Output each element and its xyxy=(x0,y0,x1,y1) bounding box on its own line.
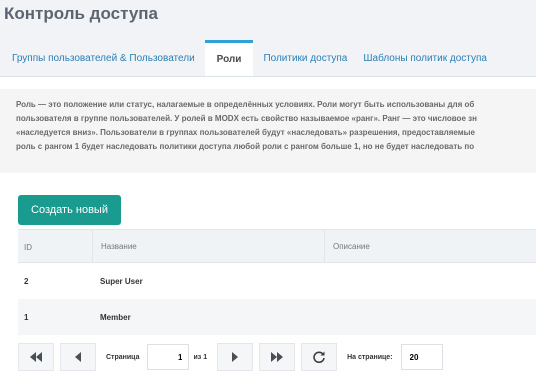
per-page-input[interactable] xyxy=(400,344,443,370)
page-count-label: из 1 xyxy=(193,353,208,361)
chevron-left-icon xyxy=(75,352,81,362)
roles-grid: ID Название Описание 2 Super User 1 Memb… xyxy=(18,229,536,335)
cell-name: Member xyxy=(100,312,131,322)
column-header-description[interactable]: Описание xyxy=(333,242,370,251)
chevron-right-icon xyxy=(232,352,239,362)
prev-page-button[interactable] xyxy=(60,343,96,371)
tab-policy-templates[interactable]: Шаблоны политик доступа xyxy=(355,40,495,76)
intro-line: роль с рангом 1 будет наследовать полити… xyxy=(16,142,475,151)
intro-line: Роль — это положение или статус, налагае… xyxy=(16,100,475,109)
page-number-input[interactable] xyxy=(147,344,190,370)
cell-id: 2 xyxy=(24,276,29,286)
column-header-id[interactable]: ID xyxy=(24,243,32,252)
create-new-button[interactable]: Создать новый xyxy=(18,195,121,225)
refresh-icon xyxy=(313,351,325,363)
tab-roles[interactable]: Роли xyxy=(204,40,254,76)
last-page-button[interactable] xyxy=(259,343,296,371)
cell-description xyxy=(324,263,536,299)
table-row[interactable]: 1 Member xyxy=(18,299,536,335)
next-page-button[interactable] xyxy=(217,343,254,371)
per-page-label: На странице: xyxy=(347,353,393,361)
tab-user-groups[interactable]: Группы пользователей & Пользователи xyxy=(0,40,203,76)
tab-bar: Группы пользователей & Пользователи Роли… xyxy=(0,40,536,76)
grid-header: ID Название Описание xyxy=(18,229,536,263)
column-header-name[interactable]: Название xyxy=(101,242,137,251)
table-row[interactable]: 2 Super User xyxy=(18,263,536,299)
intro-description: Роль — это положение или статус, налагае… xyxy=(0,89,536,173)
cell-id: 1 xyxy=(24,312,29,322)
pagination-toolbar: Страница из 1 На странице: xyxy=(18,343,443,371)
cell-name: Super User xyxy=(100,276,143,286)
cell-description xyxy=(324,299,536,335)
intro-line: пользователя в группе пользователей. У р… xyxy=(16,114,477,123)
page-title: Контроль доступа xyxy=(4,4,159,23)
double-chevron-left-icon xyxy=(30,352,42,362)
refresh-button[interactable] xyxy=(301,343,338,371)
intro-line: «наследуется вниз». Пользователи в групп… xyxy=(16,128,475,137)
page-label: Страница xyxy=(106,353,140,361)
first-page-button[interactable] xyxy=(18,343,54,371)
tab-access-policies[interactable]: Политики доступа xyxy=(255,40,355,76)
double-chevron-right-icon xyxy=(271,352,284,362)
